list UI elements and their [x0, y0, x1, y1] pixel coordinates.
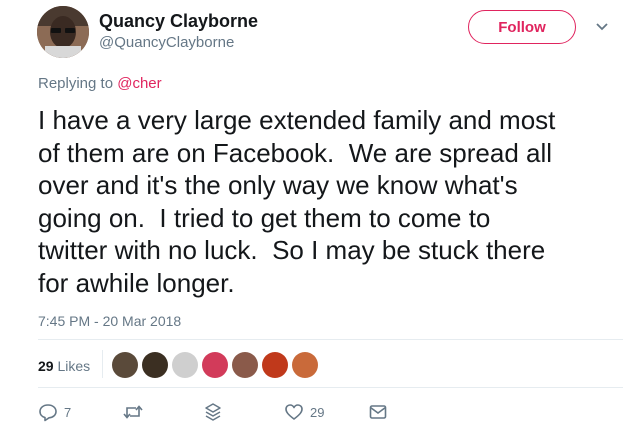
likers-avatars — [112, 352, 318, 378]
envelope-icon — [369, 405, 387, 419]
retweet-action[interactable] — [122, 402, 150, 422]
follow-button[interactable]: Follow — [468, 10, 576, 44]
likes-stat[interactable]: 29 Likes — [38, 358, 90, 374]
liker-avatar-7[interactable] — [292, 352, 318, 378]
liker-avatar-3[interactable] — [172, 352, 198, 378]
like-action[interactable]: 29 — [284, 402, 324, 422]
reply-context-prefix: Replying to — [38, 75, 114, 92]
liker-avatar-2[interactable] — [142, 352, 168, 378]
follow-button-label: Follow — [498, 18, 546, 36]
likes-separator — [102, 350, 103, 378]
liker-avatar-5[interactable] — [232, 352, 258, 378]
chevron-down-icon[interactable] — [595, 22, 609, 32]
retweet-icon — [123, 405, 143, 419]
divider-top — [38, 339, 623, 340]
author-name[interactable]: Quancy Clayborne — [99, 11, 258, 32]
message-action[interactable] — [368, 402, 388, 422]
author-handle[interactable]: @QuancyClayborne — [99, 34, 234, 51]
reply-mention-link[interactable]: @cher — [117, 75, 161, 92]
reply-count: 7 — [64, 404, 72, 420]
reply-context: Replying to @cher — [38, 75, 162, 92]
likes-label: Likes — [57, 358, 91, 374]
share-action[interactable] — [204, 402, 222, 422]
heart-icon — [285, 404, 303, 420]
reply-icon — [39, 404, 57, 422]
liker-avatar-4[interactable] — [202, 352, 228, 378]
like-count: 29 — [310, 404, 325, 420]
layers-icon — [205, 403, 221, 421]
reply-action[interactable]: 7 — [38, 402, 71, 422]
author-avatar[interactable] — [37, 6, 89, 58]
tweet-timestamp[interactable]: 7:45 PM - 20 Mar 2018 — [38, 313, 181, 329]
tweet-text: I have a very large extended family and … — [38, 105, 556, 298]
liker-avatar-1[interactable] — [112, 352, 138, 378]
divider-bottom — [38, 387, 623, 388]
likes-count: 29 — [38, 358, 54, 374]
liker-avatar-6[interactable] — [262, 352, 288, 378]
